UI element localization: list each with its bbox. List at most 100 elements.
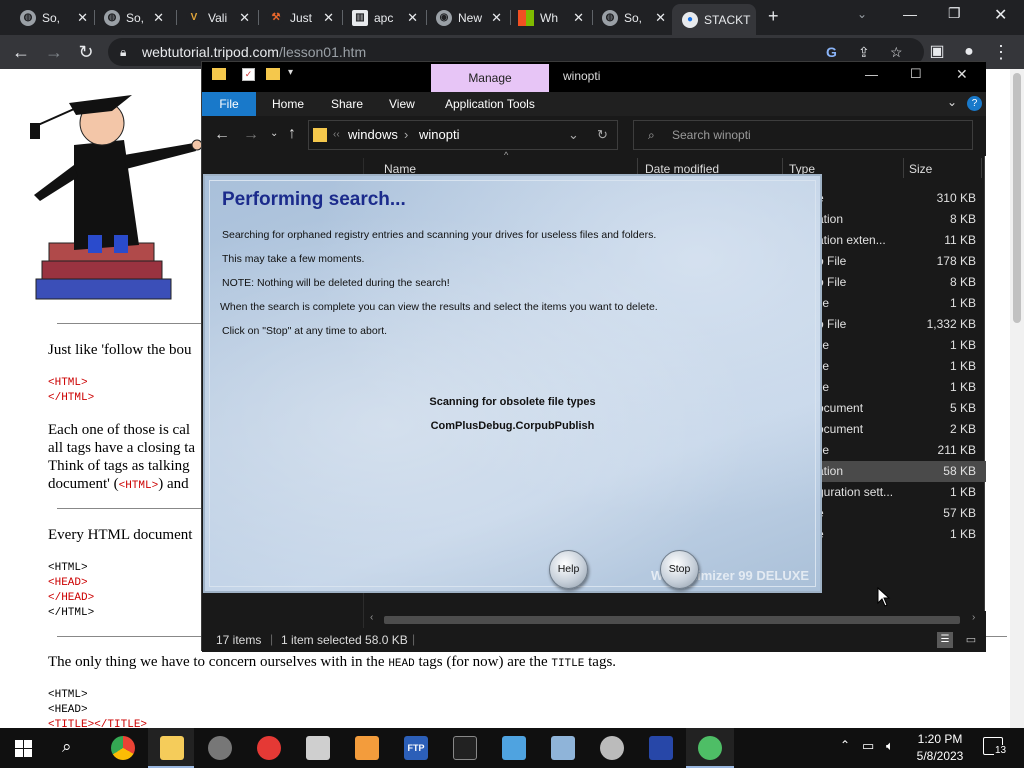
chrome-icon[interactable] [111, 736, 135, 760]
up-icon[interactable]: ↑ [288, 125, 296, 143]
help-icon[interactable]: ? [967, 96, 982, 111]
paragraph-text: ) and [158, 476, 189, 492]
paragraph: Think of tags as talking [48, 458, 190, 474]
tab-view[interactable]: View [389, 97, 415, 111]
radio-app-icon[interactable] [306, 736, 330, 760]
side-panel-icon[interactable]: ▣ [926, 41, 948, 63]
close-icon[interactable]: ✕ [956, 66, 968, 83]
expand-ribbon-icon[interactable]: ⌄ [947, 95, 957, 109]
code-line: <TITLE></TITLE> [48, 719, 148, 728]
windows-start-icon[interactable] [15, 740, 32, 757]
browser-tab[interactable]: Wh ✕ [518, 6, 584, 29]
back-icon[interactable]: ← [10, 41, 32, 63]
large-icons-view-icon[interactable]: ▭ [963, 632, 979, 648]
image-viewer-icon[interactable] [502, 736, 526, 760]
chevron-down-icon[interactable]: ⌄ [857, 7, 867, 21]
maximize-icon[interactable]: ☐ [910, 66, 922, 82]
help-button[interactable]: Help [549, 550, 588, 589]
browser-tab[interactable]: V Vali ✕ [186, 6, 250, 29]
close-tab-icon[interactable]: ✕ [491, 10, 502, 26]
page-scrollbar[interactable] [1010, 69, 1024, 728]
code-line: <HEAD> [48, 704, 88, 716]
chevron-up-icon[interactable]: ⌃ [840, 738, 850, 752]
close-tab-icon[interactable]: ✕ [239, 10, 250, 26]
time: 1:20 PM [917, 732, 963, 746]
azure-icon[interactable] [649, 736, 673, 760]
browser-tab[interactable]: ⚒ Just ✕ [268, 6, 334, 29]
clock[interactable]: 1:20 PM 5/8/2023 [910, 731, 970, 765]
scrollbar-thumb[interactable] [1013, 73, 1021, 323]
scroll-left-icon[interactable]: ‹ [370, 612, 373, 623]
browser-tab[interactable]: ◉ New ✕ [436, 6, 502, 29]
file-size: 1 KB [949, 338, 976, 352]
refresh-icon[interactable]: ↻ [597, 121, 608, 149]
minimize-icon[interactable]: — [903, 6, 917, 22]
search-icon: ⌕ [648, 128, 655, 142]
breadcrumb-item[interactable]: windows [348, 121, 398, 149]
satellite-dish-icon[interactable] [208, 736, 232, 760]
file-size: 1 KB [949, 485, 976, 499]
new-folder-icon[interactable] [266, 68, 280, 80]
close-tab-icon[interactable]: ✕ [323, 10, 334, 26]
arrow-app-icon[interactable] [257, 736, 281, 760]
tab-share[interactable]: Share [331, 97, 363, 111]
v-logo-icon: V [186, 9, 202, 26]
restore-icon[interactable]: ❐ [948, 5, 961, 22]
back-icon[interactable]: ← [214, 126, 230, 144]
network-icon[interactable] [551, 736, 575, 760]
address-bar[interactable]: ‹‹ windows › winopti ⌄ ↻ [308, 120, 618, 150]
tab-file[interactable]: File [202, 92, 256, 116]
terminal-icon[interactable] [453, 736, 477, 760]
file-size: 8 KB [949, 275, 976, 289]
column-size[interactable]: Size [909, 162, 932, 176]
file-size: 11 KB [944, 233, 976, 247]
recent-locations-icon[interactable]: ⌄ [270, 128, 278, 139]
horizontal-scrollbar[interactable]: ‹ › [364, 611, 986, 628]
chevron-right-icon[interactable]: › [404, 121, 408, 149]
browser-tab[interactable]: ▥ apc ✕ [352, 6, 418, 29]
file-size: 2 KB [949, 422, 976, 436]
quick-access-dropdown-icon[interactable]: ▾ [288, 67, 293, 78]
status-bar: 17 items | 1 item selected 58.0 KB | ☰ ▭ [202, 628, 986, 652]
ftp-icon[interactable]: FTP [404, 736, 428, 760]
close-window-icon[interactable]: ✕ [994, 5, 1007, 25]
close-tab-icon[interactable]: ✕ [573, 10, 584, 26]
forward-icon[interactable]: → [243, 126, 259, 144]
breadcrumb-item[interactable]: winopti [419, 121, 459, 149]
reload-icon[interactable]: ↻ [75, 41, 97, 63]
properties-icon[interactable]: ✓ [242, 68, 255, 81]
close-tab-icon[interactable]: ✕ [77, 10, 88, 26]
tab-manage[interactable]: Manage [431, 64, 549, 92]
close-tab-icon[interactable]: ✕ [153, 10, 164, 26]
menu-icon[interactable]: ⋮ [990, 41, 1012, 63]
browser-tab[interactable]: ◍ So, ✕ [602, 6, 666, 29]
new-tab-icon[interactable]: + [768, 6, 779, 27]
browser-tab[interactable]: ◍ So, ✕ [20, 6, 88, 29]
url-path: /lesson01.htm [278, 44, 367, 60]
browser-tab[interactable]: ◍ So, ✕ [104, 6, 164, 29]
tab-application-tools[interactable]: Application Tools [445, 97, 535, 111]
overflow-icon[interactable]: ‹‹ [333, 121, 340, 149]
chevron-down-icon[interactable]: ⌄ [568, 121, 579, 149]
search-input[interactable]: ⌕ Search winopti [633, 120, 973, 150]
close-tab-icon[interactable]: ✕ [655, 10, 666, 26]
file-size: 1,332 KB [926, 317, 976, 331]
scan-status-label: Scanning for obsolete file types [429, 396, 596, 408]
scroll-right-icon[interactable]: › [972, 612, 975, 623]
file-size: 178 KB [936, 254, 976, 268]
close-tab-icon[interactable]: ✕ [407, 10, 418, 26]
volume-icon[interactable]: 🔈︎ [886, 738, 894, 754]
browser-tab-active[interactable]: ● STACKT [672, 4, 756, 35]
scrollbar-thumb[interactable] [384, 616, 960, 624]
code-line: </HEAD> [48, 592, 95, 604]
profile-icon[interactable]: ● [958, 41, 980, 63]
stop-button[interactable]: Stop [660, 550, 699, 589]
network-status-icon[interactable]: ▭ [862, 738, 874, 754]
wrench-icon[interactable] [600, 736, 624, 760]
minimize-icon[interactable]: — [865, 67, 878, 82]
details-view-icon[interactable]: ☰ [937, 632, 953, 648]
forward-icon[interactable]: → [43, 41, 65, 63]
search-icon[interactable]: ⌕ [62, 737, 72, 757]
tab-home[interactable]: Home [272, 97, 304, 111]
tools-app-icon[interactable] [355, 736, 379, 760]
